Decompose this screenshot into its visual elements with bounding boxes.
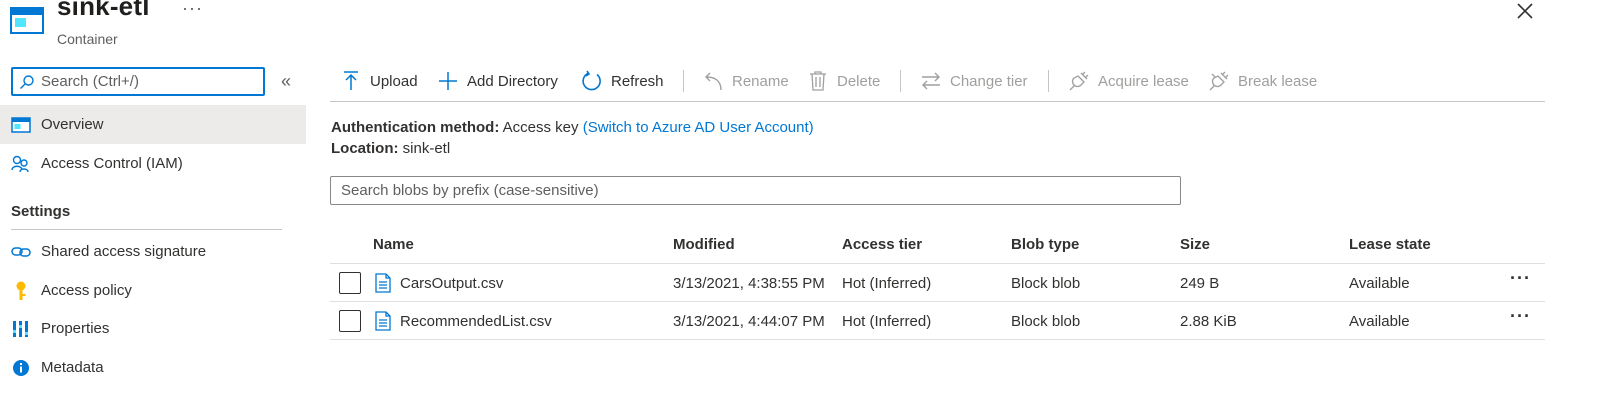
search-icon (20, 74, 34, 89)
add-directory-button[interactable]: Add Directory (437, 69, 558, 93)
people-icon (11, 154, 31, 174)
container-icon (10, 7, 44, 34)
acquire-lease-button[interactable]: Acquire lease (1068, 69, 1189, 93)
rename-icon (702, 70, 724, 92)
key-icon (11, 281, 31, 301)
blob-lease-state: Available (1349, 313, 1410, 330)
trash-icon (807, 70, 829, 92)
settings-section-title: Settings (11, 203, 71, 220)
command-bar: Upload Add Directory Refresh Rename Dele… (330, 63, 1545, 102)
acquire-lease-label: Acquire lease (1098, 72, 1189, 90)
more-options-button[interactable]: ··· (182, 0, 203, 19)
link-icon (11, 242, 31, 262)
add-directory-label: Add Directory (467, 72, 558, 90)
auth-method-line: Authentication method: Access key (Switc… (331, 119, 814, 136)
sidebar-item-label: Shared access signature (41, 243, 207, 260)
location-line: Location: sink-etl (331, 140, 450, 157)
sidebar-item-access-control[interactable]: Access Control (IAM) (0, 144, 306, 183)
sidebar-item-shared-access-signature[interactable]: Shared access signature (0, 232, 306, 271)
sidebar-item-label: Access policy (41, 282, 132, 299)
location-label: Location: (331, 140, 399, 157)
sidebar-item-metadata[interactable]: Metadata (0, 348, 306, 387)
sidebar-item-label: Overview (41, 116, 104, 133)
sidebar-item-label: Properties (41, 320, 110, 337)
sidebar-item-label: Metadata (41, 359, 104, 376)
change-tier-button[interactable]: Change tier (920, 69, 1028, 93)
toolbar-divider (683, 70, 684, 92)
column-header-lease-state[interactable]: Lease state (1349, 236, 1431, 253)
column-header-blob-type[interactable]: Blob type (1011, 236, 1079, 253)
blob-size: 2.88 KiB (1180, 313, 1237, 330)
blob-search-input[interactable] (341, 182, 1161, 199)
file-icon (375, 273, 391, 293)
broken-plug-icon (1208, 70, 1230, 92)
upload-button[interactable]: Upload (340, 69, 418, 93)
blob-size: 249 B (1180, 275, 1220, 292)
nav-search-input[interactable] (41, 73, 261, 90)
close-icon[interactable] (1514, 0, 1536, 22)
blob-name[interactable]: CarsOutput.csv (400, 275, 503, 292)
sidebar-item-label: Access Control (IAM) (41, 155, 183, 172)
refresh-label: Refresh (611, 72, 664, 90)
blob-modified: 3/13/2021, 4:38:55 PM (673, 275, 825, 292)
file-icon (375, 311, 391, 331)
swap-icon (920, 70, 942, 92)
plug-icon (1068, 70, 1090, 92)
delete-button[interactable]: Delete (807, 69, 880, 93)
column-header-name[interactable]: Name (373, 236, 414, 253)
divider (11, 229, 282, 230)
page-subtitle: Container (57, 31, 118, 47)
toolbar-divider (1048, 70, 1049, 92)
blob-type: Block blob (1011, 313, 1081, 330)
toolbar-divider (900, 70, 901, 92)
upload-label: Upload (370, 72, 418, 90)
nav-search-box[interactable] (11, 67, 265, 96)
rename-label: Rename (732, 72, 789, 90)
table-row[interactable]: RecommendedList.csv 3/13/2021, 4:44:07 P… (330, 302, 1545, 340)
blob-access-tier: Hot (Inferred) (842, 313, 932, 330)
blob-modified: 3/13/2021, 4:44:07 PM (673, 313, 825, 330)
auth-method-value: Access key (502, 119, 579, 136)
row-checkbox[interactable] (339, 272, 361, 294)
delete-label: Delete (837, 72, 881, 90)
blob-type: Block blob (1011, 275, 1081, 292)
location-value: sink-etl (402, 140, 451, 157)
column-header-modified[interactable]: Modified (673, 236, 735, 253)
sidebar-item-properties[interactable]: Properties (0, 309, 306, 348)
properties-icon (11, 319, 31, 339)
page-title: sink-etl (57, 0, 150, 21)
auth-method-label: Authentication method: (331, 119, 500, 136)
rename-button[interactable]: Rename (702, 69, 789, 93)
refresh-button[interactable]: Refresh (581, 69, 664, 93)
sidebar-item-access-policy[interactable]: Access policy (0, 271, 306, 310)
switch-auth-link[interactable]: (Switch to Azure AD User Account) (583, 119, 814, 136)
row-more-button[interactable]: ··· (1510, 306, 1531, 327)
column-header-size[interactable]: Size (1180, 236, 1210, 253)
upload-icon (340, 70, 362, 92)
blob-search-box[interactable] (330, 176, 1181, 205)
info-icon (11, 358, 31, 378)
blob-name[interactable]: RecommendedList.csv (400, 313, 552, 330)
container-icon (11, 115, 31, 135)
column-header-access-tier[interactable]: Access tier (842, 236, 922, 253)
plus-icon (437, 70, 459, 92)
break-lease-label: Break lease (1238, 72, 1318, 90)
row-more-button[interactable]: ··· (1510, 268, 1531, 289)
blob-access-tier: Hot (Inferred) (842, 275, 932, 292)
change-tier-label: Change tier (950, 72, 1028, 90)
break-lease-button[interactable]: Break lease (1208, 69, 1317, 93)
refresh-icon (581, 70, 603, 92)
sidebar-item-overview[interactable]: Overview (0, 105, 306, 144)
table-row[interactable]: CarsOutput.csv 3/13/2021, 4:38:55 PM Hot… (330, 264, 1545, 302)
collapse-menu-button[interactable]: « (281, 71, 291, 92)
row-checkbox[interactable] (339, 310, 361, 332)
blob-lease-state: Available (1349, 275, 1410, 292)
